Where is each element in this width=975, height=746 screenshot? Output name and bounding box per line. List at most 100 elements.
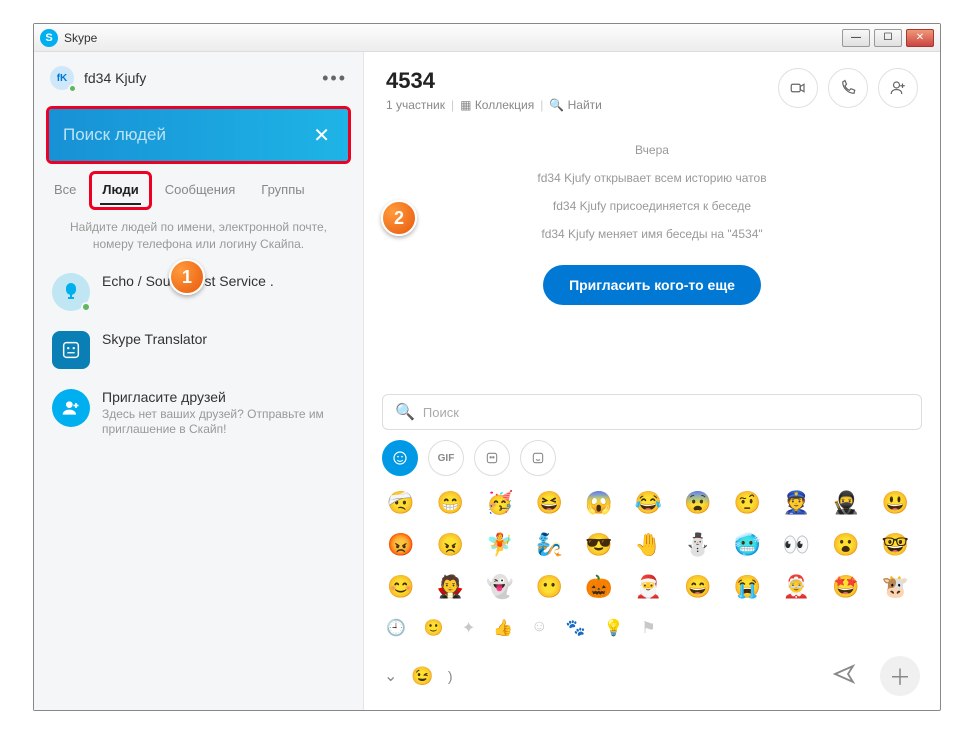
cat-animals-icon[interactable]: 🐾	[566, 618, 586, 638]
emoji-tab-gif[interactable]: GIF	[428, 440, 464, 476]
emoji-item[interactable]: 🐮	[879, 570, 913, 604]
sidebar: fK fd34 Kjufy ••• ✕ Все Люди Сообщения Г…	[34, 52, 364, 710]
annotation-badge-1: 1	[169, 259, 205, 295]
main-pane: 4534 1 участник | ▦ Коллекция | 🔍 Найти	[364, 52, 940, 710]
cat-smileys-icon[interactable]: 🙂	[424, 618, 444, 638]
emoji-tab-stickers[interactable]	[474, 440, 510, 476]
emoji-search[interactable]: 🔍	[382, 394, 922, 430]
emoji-item[interactable]: 🧛	[433, 570, 467, 604]
tab-groups[interactable]: Группы	[259, 176, 306, 205]
more-button[interactable]: •••	[322, 68, 347, 89]
emoji-item[interactable]: 😶	[532, 570, 566, 604]
status-online-icon	[68, 84, 77, 93]
status-online-icon	[81, 302, 91, 312]
search-tabs: Все Люди Сообщения Группы	[34, 170, 363, 205]
emoji-item[interactable]: 😠	[433, 528, 467, 562]
video-call-button[interactable]	[778, 68, 818, 108]
titlebar: S Skype — ☐ ✕	[34, 24, 940, 52]
emoji-item[interactable]: 😁	[433, 486, 467, 520]
emoji-item[interactable]: 😃	[879, 486, 913, 520]
minimize-button[interactable]: —	[842, 29, 870, 47]
add-attachment-button[interactable]: ＋	[880, 656, 920, 696]
emoji-item[interactable]: ⛄	[681, 528, 715, 562]
emoji-tab-smileys[interactable]	[382, 440, 418, 476]
contact-invite-friends[interactable]: Пригласите друзей Здесь нет ваших друзей…	[34, 379, 363, 448]
collection-link[interactable]: ▦ Коллекция	[460, 98, 534, 112]
emoji-item[interactable]: 🥶	[730, 528, 764, 562]
emoji-item[interactable]: 🥷	[829, 486, 863, 520]
selected-emoji[interactable]: 😉	[411, 666, 433, 687]
emoji-item[interactable]: 🤕	[384, 486, 418, 520]
contact-label: Skype Translator	[102, 331, 207, 347]
emoji-item[interactable]: 👀	[780, 528, 814, 562]
emoji-item[interactable]: 😮	[829, 528, 863, 562]
send-row: ⌄ 😉 ) ＋	[382, 648, 922, 696]
compose-area: 🔍 GIF 🤕 😁 🥳 😆 😱 😂 😨	[364, 388, 940, 710]
find-link[interactable]: 🔍 Найти	[549, 98, 602, 112]
cat-thumbs-icon[interactable]: 👍	[493, 618, 513, 638]
emoji-item[interactable]: 🥳	[483, 486, 517, 520]
system-message: fd34 Kjufy меняет имя беседы на "4534"	[384, 227, 920, 241]
emoji-categories: 🕘 🙂 ✦ 👍 ☺ 🐾 💡 ⚑	[382, 612, 922, 648]
search-highlight: ✕	[46, 106, 351, 164]
add-friend-icon	[52, 389, 90, 427]
contact-translator[interactable]: Skype Translator	[34, 321, 363, 379]
emoji-item[interactable]: 😎	[582, 528, 616, 562]
emoji-code: )	[448, 668, 453, 684]
emoji-item[interactable]: 🤚	[631, 528, 665, 562]
emoji-item[interactable]: 🧚	[483, 528, 517, 562]
system-message: fd34 Kjufy открывает всем историю чатов	[384, 171, 920, 185]
search-hint: Найдите людей по имени, электронной почт…	[34, 205, 363, 263]
invite-button[interactable]: Пригласить кого-то еще	[543, 265, 761, 305]
search-bar[interactable]: ✕	[49, 109, 348, 161]
emoji-item[interactable]: 👻	[483, 570, 517, 604]
avatar: fK	[50, 66, 74, 90]
echo-icon	[52, 273, 90, 311]
emoji-item[interactable]: 😊	[384, 570, 418, 604]
clear-search-icon[interactable]: ✕	[309, 119, 334, 152]
emoji-item[interactable]: 😭	[730, 570, 764, 604]
cat-flags-icon[interactable]: ⚑	[641, 618, 655, 638]
invite-title: Пригласите друзей	[102, 389, 342, 405]
emoji-item[interactable]: 🤓	[879, 528, 913, 562]
emoji-item[interactable]: 😆	[532, 486, 566, 520]
emoji-tab-mojis[interactable]	[520, 440, 556, 476]
emoji-item[interactable]: 🎅	[631, 570, 665, 604]
avatar-initials: fK	[57, 73, 68, 84]
search-input[interactable]	[63, 125, 309, 145]
close-button[interactable]: ✕	[906, 29, 934, 47]
audio-call-button[interactable]	[828, 68, 868, 108]
emoji-item[interactable]: 😨	[681, 486, 715, 520]
add-participant-button[interactable]	[878, 68, 918, 108]
cat-gestures-icon[interactable]: ✦	[462, 618, 475, 638]
skype-icon: S	[40, 29, 58, 47]
cat-objects-icon[interactable]: 💡	[603, 618, 623, 638]
emoji-item[interactable]: 😄	[681, 570, 715, 604]
emoji-item[interactable]: 🧞	[532, 528, 566, 562]
window-title: Skype	[64, 31, 97, 45]
participants-count[interactable]: 1 участник	[386, 98, 445, 112]
emoji-item[interactable]: 😡	[384, 528, 418, 562]
profile-name: fd34 Kjufy	[84, 70, 146, 86]
maximize-button[interactable]: ☐	[874, 29, 902, 47]
emoji-item[interactable]: 🤩	[829, 570, 863, 604]
cat-people-icon[interactable]: ☺	[531, 618, 547, 638]
emoji-item[interactable]: 😂	[631, 486, 665, 520]
expand-icon[interactable]: ⌄	[384, 666, 397, 686]
emoji-item[interactable]: 👮	[780, 486, 814, 520]
emoji-item[interactable]: 🤨	[730, 486, 764, 520]
emoji-item[interactable]: 🤶	[780, 570, 814, 604]
date-label: Вчера	[384, 143, 920, 157]
emoji-search-input[interactable]	[423, 405, 909, 420]
emoji-item[interactable]: 😱	[582, 486, 616, 520]
cat-recent-icon[interactable]: 🕘	[386, 618, 406, 638]
emoji-item[interactable]: 🎃	[582, 570, 616, 604]
invite-subtitle: Здесь нет ваших друзей? Отправьте им при…	[102, 407, 342, 438]
tab-messages[interactable]: Сообщения	[163, 176, 238, 205]
chat-body: Вчера fd34 Kjufy открывает всем историю …	[364, 121, 940, 388]
tab-all[interactable]: Все	[52, 176, 78, 205]
send-button[interactable]	[832, 662, 856, 691]
profile-row[interactable]: fK fd34 Kjufy •••	[34, 52, 363, 104]
tab-people[interactable]: Люди	[100, 176, 140, 205]
chat-header: 4534 1 участник | ▦ Коллекция | 🔍 Найти	[364, 52, 940, 121]
